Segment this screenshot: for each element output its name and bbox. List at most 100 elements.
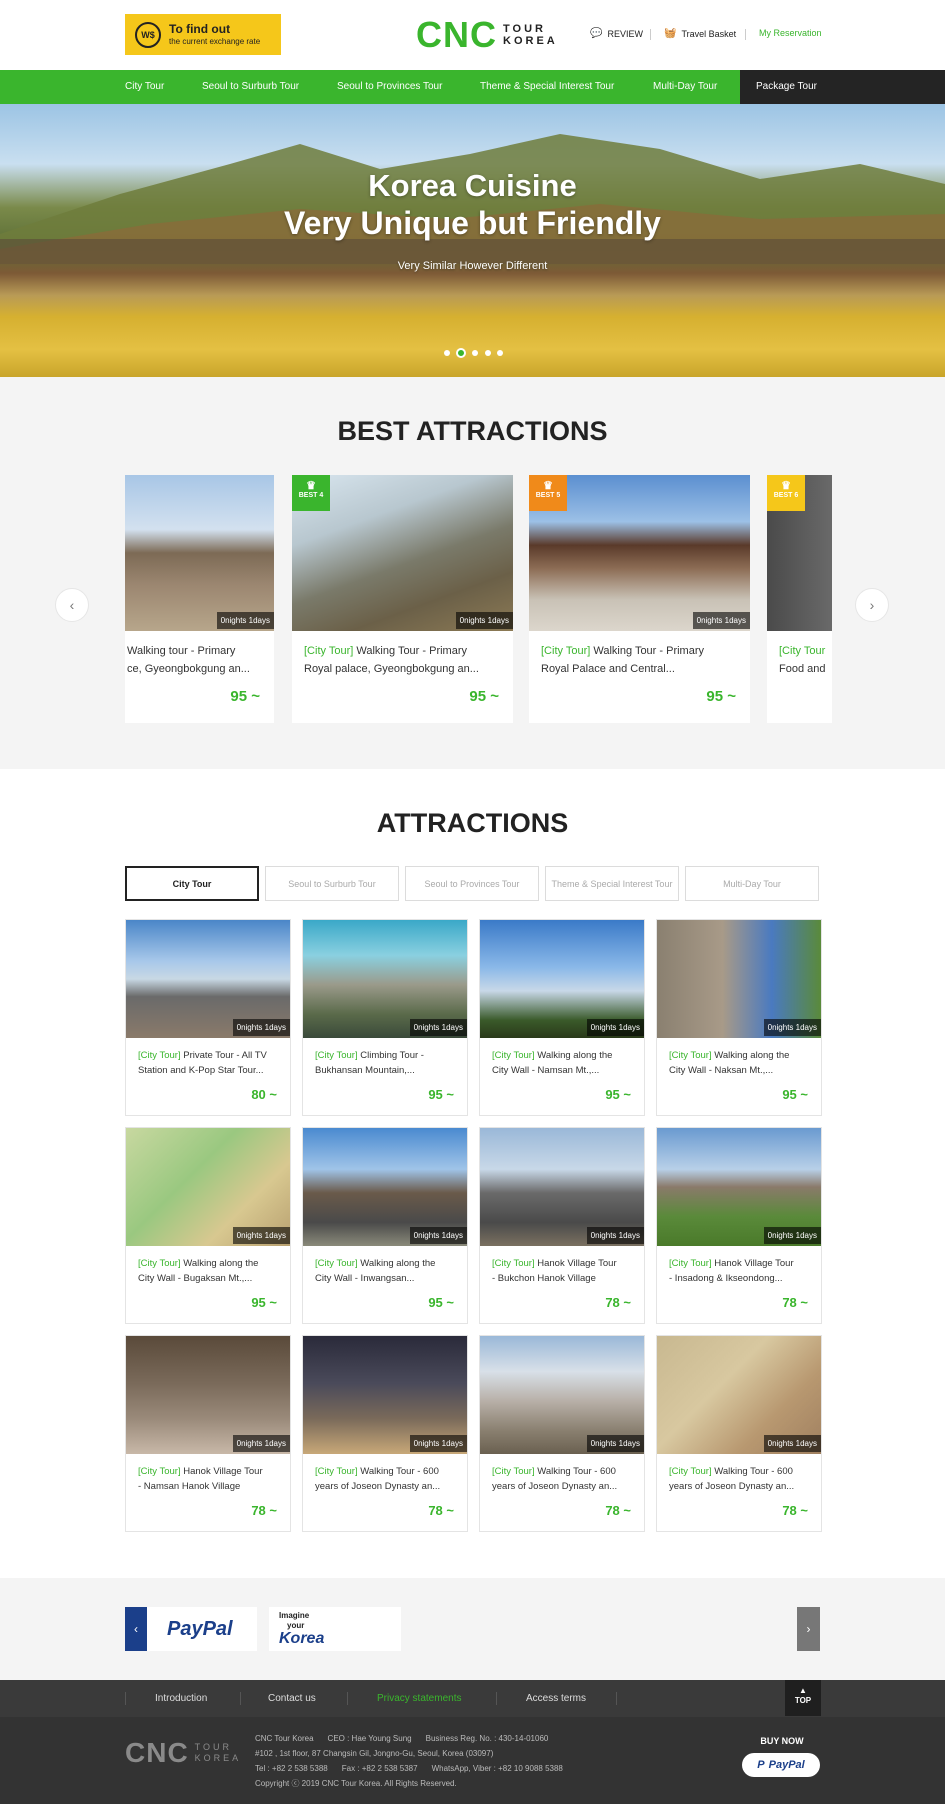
slide-dot-3[interactable] xyxy=(472,350,478,356)
card-price: 95 ~ xyxy=(230,688,260,705)
attraction-card[interactable]: 0nights 1days [City Tour] Walking along t… xyxy=(479,919,645,1116)
exchange-rate-banner[interactable]: W$ To find out the current exchange rate xyxy=(125,14,281,55)
site-logo[interactable]: CNC TOUR KOREA xyxy=(416,14,558,56)
imagine-korea-logo[interactable]: Imagine your Korea xyxy=(269,1607,401,1651)
review-link[interactable]: 💬 REVIEW xyxy=(590,28,643,39)
card-price: 78 ~ xyxy=(782,1295,808,1310)
best-badge: ♛ BEST 5 xyxy=(529,475,567,511)
tab-theme-tour[interactable]: Theme & Special Interest Tour xyxy=(545,866,679,901)
best-card[interactable]: ♛ BEST 4 0nights 1days [City Tour] Walkin… xyxy=(292,475,513,723)
paypal-partner-logo[interactable]: ‹ PayPal xyxy=(125,1607,257,1651)
attraction-card[interactable]: 0nights 1days [City Tour] Hanok Village T… xyxy=(479,1127,645,1324)
exchange-subtitle: the current exchange rate xyxy=(169,36,261,46)
best-carousel: 0nights 1days Walking tour - Primary ce, … xyxy=(125,475,832,725)
duration-badge: 0nights 1days xyxy=(216,612,274,629)
footer-terms-link[interactable]: Access terms xyxy=(526,1680,586,1717)
hero-slider: Korea Cuisine Very Unique but Friendly V… xyxy=(0,104,945,377)
attraction-card[interactable]: 0nights 1days [City Tour] Private Tour - … xyxy=(125,919,291,1116)
nav-provinces-tour[interactable]: Seoul to Provinces Tour xyxy=(337,70,442,104)
footer-privacy-link[interactable]: Privacy statements xyxy=(377,1680,461,1717)
slide-dot-2[interactable] xyxy=(456,348,466,358)
attraction-card[interactable]: 0nights 1days [City Tour] Climbing Tour -… xyxy=(302,919,468,1116)
carousel-next-button[interactable]: › xyxy=(855,588,889,622)
best-card[interactable]: ♛ BEST 6 [City Tour Food and xyxy=(767,475,832,723)
attraction-card[interactable]: 0nights 1days [City Tour] Hanok Village T… xyxy=(656,1127,822,1324)
tab-city-tour[interactable]: City Tour xyxy=(125,866,259,901)
footer-introduction-link[interactable]: Introduction xyxy=(155,1680,207,1717)
card-title: [City Tour] Walking Tour - 600 years of J… xyxy=(492,1466,618,1492)
nav-suburb-tour[interactable]: Seoul to Surburb Tour xyxy=(202,70,299,104)
attraction-card[interactable]: 0nights 1days [City Tour] Hanok Village T… xyxy=(125,1335,291,1532)
paypal-button[interactable]: P PayPal xyxy=(742,1753,820,1777)
company-info: CNC Tour Korea CEO : Hae Young Sung Busine… xyxy=(255,1734,563,1788)
card-price: 78 ~ xyxy=(605,1503,631,1518)
nav-theme-tour[interactable]: Theme & Special Interest Tour xyxy=(480,70,614,104)
slide-dot-5[interactable] xyxy=(497,350,503,356)
currency-coin-icon: W$ xyxy=(135,21,161,48)
crown-icon: ♛ xyxy=(543,480,553,492)
attraction-card[interactable]: 0nights 1days [City Tour] Walking Tour - … xyxy=(302,1335,468,1532)
card-title: [City Tour] Walking Tour - 600 years of J… xyxy=(669,1466,795,1492)
card-price: 95 ~ xyxy=(706,688,736,705)
divider xyxy=(240,1692,241,1705)
divider xyxy=(496,1692,497,1705)
caret-up-icon: ▲ xyxy=(799,1686,807,1695)
card-title: [City Tour Food and xyxy=(779,645,826,675)
card-price: 78 ~ xyxy=(605,1295,631,1310)
duration-badge: 0nights 1days xyxy=(409,1019,467,1036)
best-attractions-heading: BEST ATTRACTIONS xyxy=(337,416,608,446)
duration-badge: 0nights 1days xyxy=(232,1019,290,1036)
carousel-prev-button[interactable]: ‹ xyxy=(55,588,89,622)
attraction-card[interactable]: 0nights 1days [City Tour] Walking along t… xyxy=(656,919,822,1116)
attraction-card[interactable]: 0nights 1days [City Tour] Walking Tour - … xyxy=(479,1335,645,1532)
divider xyxy=(347,1692,348,1705)
chevron-right-icon: › xyxy=(869,597,875,613)
basket-icon: 🧺 xyxy=(664,28,677,39)
duration-badge: 0nights 1days xyxy=(232,1227,290,1244)
card-title: [City Tour] Private Tour - All TV Station… xyxy=(138,1050,267,1076)
attraction-card[interactable]: 0nights 1days [City Tour] Walking Tour - … xyxy=(656,1335,822,1532)
attraction-card[interactable]: 0nights 1days [City Tour] Walking along t… xyxy=(125,1127,291,1324)
paypal-p-icon: P xyxy=(757,1759,765,1771)
card-title: [City Tour] Walking along the City Wall -… xyxy=(315,1258,436,1284)
slide-dot-4[interactable] xyxy=(485,350,491,356)
divider xyxy=(616,1692,617,1705)
card-price: 95 ~ xyxy=(782,1087,808,1102)
slider-prev-icon[interactable]: ‹ xyxy=(125,1607,147,1651)
partners-next-button[interactable]: › xyxy=(797,1607,820,1651)
card-price: 78 ~ xyxy=(782,1503,808,1518)
travel-basket-link[interactable]: 🧺 Travel Basket xyxy=(664,28,736,39)
my-reservation-link[interactable]: My Reservation xyxy=(759,28,822,38)
slide-dot-1[interactable] xyxy=(444,350,450,356)
scroll-top-button[interactable]: ▲ TOP xyxy=(785,1680,821,1716)
attraction-card[interactable]: 0nights 1days [City Tour] Walking along t… xyxy=(302,1127,468,1324)
nav-package-tour[interactable]: Package Tour xyxy=(740,70,945,104)
duration-badge: 0nights 1days xyxy=(232,1435,290,1452)
tab-provinces-tour[interactable]: Seoul to Provinces Tour xyxy=(405,866,539,901)
footer-logo: CNC TOUR KOREA xyxy=(125,1737,242,1768)
card-price: 95 ~ xyxy=(469,688,499,705)
duration-badge: 0nights 1days xyxy=(455,612,513,629)
card-title: [City Tour] Hanok Village Tour - Bukchon … xyxy=(492,1258,617,1284)
nav-multi-day-tour[interactable]: Multi-Day Tour xyxy=(653,70,717,104)
duration-badge: 0nights 1days xyxy=(586,1435,644,1452)
duration-badge: 0nights 1days xyxy=(763,1435,821,1452)
crown-icon: ♛ xyxy=(781,480,791,492)
tab-multi-day-tour[interactable]: Multi-Day Tour xyxy=(685,866,819,901)
duration-badge: 0nights 1days xyxy=(586,1019,644,1036)
card-title: [City Tour] Hanok Village Tour - Namsan H… xyxy=(138,1466,263,1492)
tab-suburb-tour[interactable]: Seoul to Surburb Tour xyxy=(265,866,399,901)
duration-badge: 0nights 1days xyxy=(409,1435,467,1452)
best-badge: ♛ BEST 4 xyxy=(292,475,330,511)
best-card[interactable]: 0nights 1days Walking tour - Primary ce, … xyxy=(125,475,274,723)
card-title: Walking tour - Primary ce, Gyeongbokgung … xyxy=(127,645,250,675)
card-title: [City Tour] Walking along the City Wall -… xyxy=(138,1258,259,1284)
duration-badge: 0nights 1days xyxy=(763,1227,821,1244)
logo-main: CNC xyxy=(416,14,497,55)
footer-contact-link[interactable]: Contact us xyxy=(268,1680,316,1717)
chevron-right-icon: › xyxy=(806,1622,811,1636)
best-card[interactable]: ♛ BEST 5 0nights 1days [City Tour] Walkin… xyxy=(529,475,750,723)
card-price: 95 ~ xyxy=(428,1295,454,1310)
nav-city-tour[interactable]: City Tour xyxy=(125,70,164,104)
duration-badge: 0nights 1days xyxy=(409,1227,467,1244)
